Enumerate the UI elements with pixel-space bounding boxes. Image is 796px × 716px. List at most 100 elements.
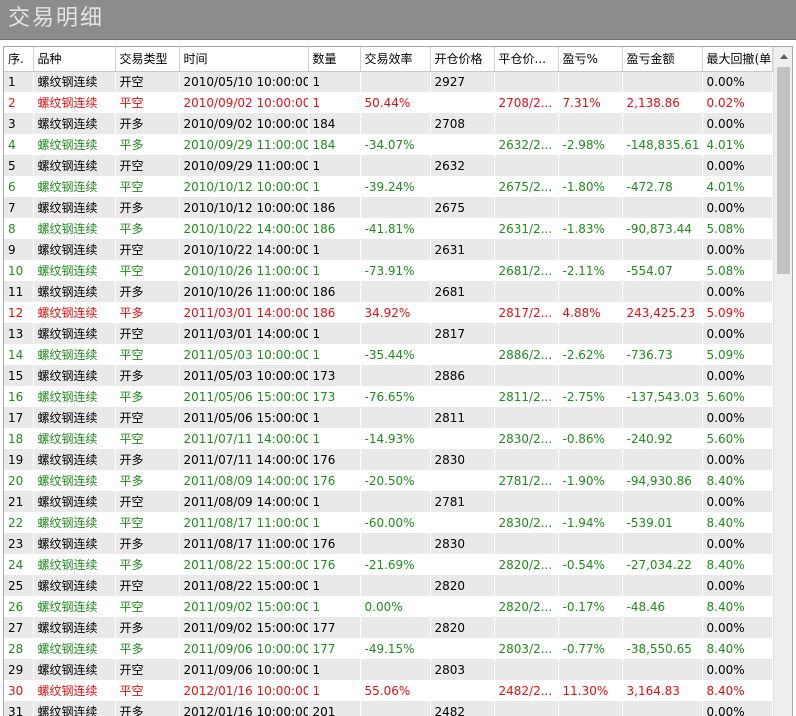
table-row[interactable]: 29 螺纹钢连续 开空 2011/09/06 10:00:00 1 2803 0.00% [4, 659, 773, 680]
table-row[interactable]: 5 螺纹钢连续 开空 2010/09/29 11:00:00 1 2632 0.00% [4, 155, 773, 176]
cell-time: 2010/10/12 10:00:00 [179, 197, 309, 218]
cell-close-price [494, 701, 559, 716]
cell-index: 3 [4, 113, 34, 134]
cell-index: 10 [4, 260, 34, 281]
table-row[interactable]: 1 螺纹钢连续 开空 2010/05/10 10:00:00 1 2927 0.00% [4, 71, 773, 92]
cell-close-price [494, 491, 559, 512]
cell-close-price [494, 197, 559, 218]
column-header-efficiency[interactable]: 交易效率 [360, 47, 431, 72]
cell-efficiency [360, 449, 431, 470]
table-row[interactable]: 10 螺纹钢连续 平空 2010/10/26 11:00:00 1 -73.91% 2681… [4, 260, 773, 281]
cell-max-drawdown: 0.00% [702, 113, 773, 134]
cell-open-price: 2817 [430, 323, 495, 344]
table-row[interactable]: 13 螺纹钢连续 开空 2011/03/01 14:00:00 1 2817 0.00% [4, 323, 773, 344]
cell-efficiency [360, 407, 431, 428]
cell-max-drawdown: 0.02% [702, 92, 773, 113]
column-header-product[interactable]: 品种 [33, 47, 116, 72]
cell-close-price [494, 575, 559, 596]
cell-close-price: 2803/2... [494, 638, 559, 659]
table-row[interactable]: 19 螺纹钢连续 开多 2011/07/11 14:00:00 176 2830 0.00% [4, 449, 773, 470]
cell-pnl-percent [558, 281, 623, 302]
cell-time: 2011/09/02 15:00:00 [179, 617, 309, 638]
cell-pnl-percent: -0.77% [558, 638, 623, 659]
table-row[interactable]: 23 螺纹钢连续 开多 2011/08/17 11:00:00 176 2830 0.00% [4, 533, 773, 554]
cell-product: 螺纹钢连续 [33, 533, 116, 554]
scrollbar-thumb[interactable] [777, 67, 790, 274]
column-header-close-price[interactable]: 平仓价... [494, 47, 559, 72]
table-row[interactable]: 27 螺纹钢连续 开多 2011/09/02 15:00:00 177 2820 0.00% [4, 617, 773, 638]
column-header-max-drawdown[interactable]: 最大回撤(单 [702, 47, 773, 72]
table-row[interactable]: 14 螺纹钢连续 平空 2011/05/03 10:00:00 1 -35.44% 2886… [4, 344, 773, 365]
table-row[interactable]: 28 螺纹钢连续 平多 2011/09/06 10:00:00 177 -49.15% 28… [4, 638, 773, 659]
table-row[interactable]: 25 螺纹钢连续 开空 2011/08/22 15:00:00 1 2820 0.00% [4, 575, 773, 596]
cell-efficiency [360, 365, 431, 386]
column-header-quantity[interactable]: 数量 [308, 47, 361, 72]
table-row[interactable]: 22 螺纹钢连续 平空 2011/08/17 11:00:00 1 -60.00% 2830… [4, 512, 773, 533]
cell-max-drawdown: 5.09% [702, 344, 773, 365]
table-row[interactable]: 9 螺纹钢连续 开空 2010/10/22 14:00:00 1 2631 0.00% [4, 239, 773, 260]
cell-quantity: 1 [308, 323, 361, 344]
cell-efficiency [360, 701, 431, 716]
cell-quantity: 177 [308, 638, 361, 659]
cell-pnl-percent [558, 701, 623, 716]
vertical-scrollbar[interactable] [773, 47, 792, 716]
cell-index: 17 [4, 407, 34, 428]
cell-efficiency: -21.69% [360, 554, 431, 575]
cell-open-price: 2830 [430, 533, 495, 554]
cell-quantity: 1 [308, 155, 361, 176]
table-row[interactable]: 2 螺纹钢连续 平空 2010/09/02 10:00:00 1 50.44% 2708/2… [4, 92, 773, 113]
table-row[interactable]: 6 螺纹钢连续 平空 2010/10/12 10:00:00 1 -39.24% 2675/… [4, 176, 773, 197]
trade-table: 序. 品种 交易类型 时间 数量 交易效率 开仓价格 平仓价... 盈亏% 盈亏… [4, 47, 773, 716]
cell-time: 2011/08/17 11:00:00 [179, 512, 309, 533]
cell-close-price: 2781/2... [494, 470, 559, 491]
cell-time: 2011/05/06 15:00:00 [179, 407, 309, 428]
cell-quantity: 1 [308, 176, 361, 197]
cell-pnl-percent [558, 659, 623, 680]
table-row[interactable]: 7 螺纹钢连续 开多 2010/10/12 10:00:00 186 2675 0.00% [4, 197, 773, 218]
column-header-index[interactable]: 序. [4, 47, 34, 72]
cell-open-price [430, 596, 495, 617]
cell-pnl-amount [622, 533, 703, 554]
cell-time: 2010/10/26 11:00:00 [179, 281, 309, 302]
table-row[interactable]: 18 螺纹钢连续 平空 2011/07/11 14:00:00 1 -14.93% 2830… [4, 428, 773, 449]
table-row[interactable]: 8 螺纹钢连续 平多 2010/10/22 14:00:00 186 -41.81% 263… [4, 218, 773, 239]
column-header-time[interactable]: 时间 [179, 47, 309, 72]
cell-open-price [430, 260, 495, 281]
table-row[interactable]: 24 螺纹钢连续 平多 2011/08/22 15:00:00 176 -21.69% 28… [4, 554, 773, 575]
cell-open-price: 2886 [430, 365, 495, 386]
cell-close-price: 2820/2... [494, 596, 559, 617]
cell-close-price [494, 407, 559, 428]
table-row[interactable]: 26 螺纹钢连续 平空 2011/09/02 15:00:00 1 0.00% 2820/2… [4, 596, 773, 617]
table-row[interactable]: 12 螺纹钢连续 平多 2011/03/01 14:00:00 186 34.92% 281… [4, 302, 773, 323]
cell-max-drawdown: 8.40% [702, 638, 773, 659]
column-header-trade-type[interactable]: 交易类型 [115, 47, 180, 72]
column-header-pnl-percent[interactable]: 盈亏% [558, 47, 623, 72]
cell-trade-type: 开多 [115, 197, 180, 218]
cell-close-price [494, 281, 559, 302]
cell-pnl-percent [558, 71, 623, 92]
cell-open-price [430, 470, 495, 491]
cell-product: 螺纹钢连续 [33, 113, 116, 134]
cell-max-drawdown: 4.01% [702, 176, 773, 197]
column-header-open-price[interactable]: 开仓价格 [430, 47, 495, 72]
table-row[interactable]: 20 螺纹钢连续 平多 2011/08/09 14:00:00 176 -20.50% 27… [4, 470, 773, 491]
cell-quantity: 1 [308, 491, 361, 512]
table-row[interactable]: 3 螺纹钢连续 开多 2010/09/02 10:00:00 184 2708 0.00% [4, 113, 773, 134]
table-row[interactable]: 16 螺纹钢连续 平多 2011/05/06 15:00:00 173 -76.65% 28… [4, 386, 773, 407]
table-row[interactable]: 17 螺纹钢连续 开空 2011/05/06 15:00:00 1 2811 0.00% [4, 407, 773, 428]
cell-open-price: 2927 [430, 71, 495, 92]
table-row[interactable]: 11 螺纹钢连续 开多 2010/10/26 11:00:00 186 2681 0.00% [4, 281, 773, 302]
table-row[interactable]: 30 螺纹钢连续 平空 2012/01/16 10:00:00 1 55.06% 2482/… [4, 680, 773, 701]
table-row[interactable]: 31 螺纹钢连续 开多 2012/01/16 10:00:00 201 2482 0.00% [4, 701, 773, 716]
trade-details-grid[interactable]: 序. 品种 交易类型 时间 数量 交易效率 开仓价格 平仓价... 盈亏% 盈亏… [3, 46, 793, 716]
cell-index: 8 [4, 218, 34, 239]
scroll-up-button[interactable] [774, 47, 792, 66]
cell-time: 2010/10/26 11:00:00 [179, 260, 309, 281]
table-row[interactable]: 15 螺纹钢连续 开多 2011/05/03 10:00:00 173 2886 0.00% [4, 365, 773, 386]
column-header-pnl-amount[interactable]: 盈亏金额 [622, 47, 703, 72]
cell-time: 2011/08/17 11:00:00 [179, 533, 309, 554]
cell-close-price: 2632/2... [494, 134, 559, 155]
cell-close-price [494, 365, 559, 386]
table-row[interactable]: 21 螺纹钢连续 开空 2011/08/09 14:00:00 1 2781 0.00% [4, 491, 773, 512]
table-row[interactable]: 4 螺纹钢连续 平多 2010/09/29 11:00:00 184 -34.07% 263… [4, 134, 773, 155]
